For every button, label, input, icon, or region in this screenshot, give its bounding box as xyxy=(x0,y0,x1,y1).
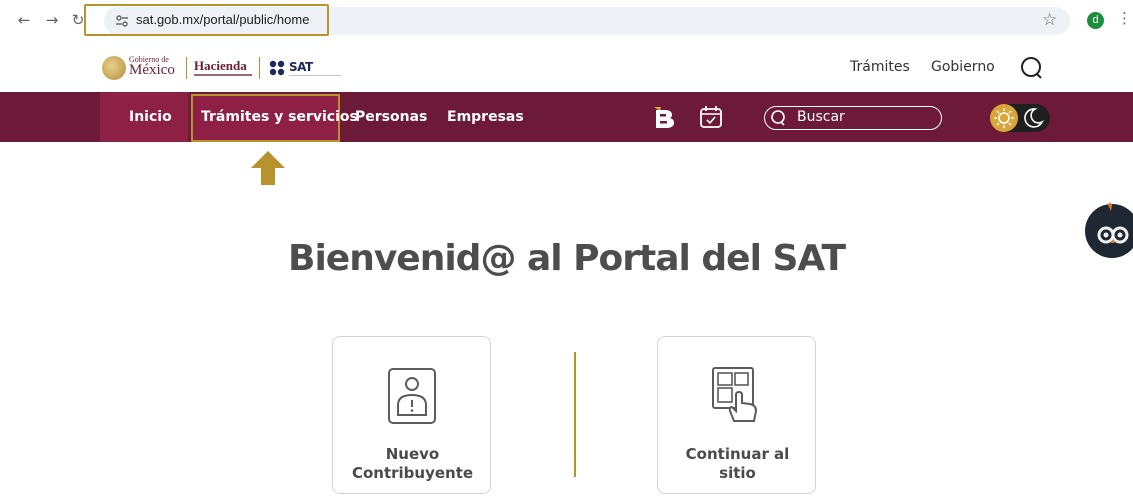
hacienda-logo[interactable]: Hacienda xyxy=(194,58,247,74)
sun-icon[interactable] xyxy=(990,104,1018,132)
new-taxpayer-icon xyxy=(388,368,436,424)
logo-divider xyxy=(186,57,187,79)
forward-icon[interactable]: → xyxy=(42,10,62,30)
card-label-line1: Continuar al xyxy=(685,445,790,463)
calendar-icon[interactable] xyxy=(698,104,724,130)
card-label-line1: Nuevo xyxy=(385,445,440,463)
search-icon[interactable] xyxy=(1020,56,1044,80)
card-nuevo-contribuyente[interactable]: Nuevo Contribuyente xyxy=(332,336,491,494)
hacienda-subtitle-line xyxy=(194,74,252,76)
sat-subtitle-line xyxy=(289,75,341,76)
card-label-line2: sitio xyxy=(719,464,756,482)
sat-logo-icon xyxy=(269,60,285,76)
link-tramites[interactable]: Trámites xyxy=(850,59,910,75)
profile-avatar[interactable]: d xyxy=(1087,12,1104,29)
nav-tramites-y-servicios[interactable]: Trámites y servicios xyxy=(201,109,358,125)
mexico-text: México xyxy=(129,62,175,78)
cards-divider xyxy=(574,352,576,477)
mexico-seal-logo[interactable] xyxy=(102,56,126,80)
logo-divider xyxy=(259,57,260,79)
page-title: Bienvenid@ al Portal del SAT xyxy=(288,238,846,279)
nav-inicio[interactable]: Inicio xyxy=(129,109,172,125)
site-info-icon[interactable] xyxy=(115,14,129,28)
browser-menu-icon[interactable]: ⋮ xyxy=(1117,9,1132,27)
moon-icon[interactable] xyxy=(1022,107,1044,129)
nav-personas[interactable]: Personas xyxy=(355,109,427,125)
card-continuar-al-sitio[interactable]: Continuar al sitio xyxy=(657,336,816,494)
card-label-line2: Contribuyente xyxy=(351,464,474,482)
back-icon[interactable]: ← xyxy=(14,10,34,30)
arrow-up-icon xyxy=(251,151,285,185)
b-brand-icon[interactable] xyxy=(651,104,677,130)
search-input[interactable] xyxy=(764,106,942,130)
link-gobierno[interactable]: Gobierno xyxy=(931,59,995,75)
bookmark-star-icon[interactable]: ☆ xyxy=(1042,10,1057,30)
search-icon xyxy=(771,110,785,126)
nav-empresas[interactable]: Empresas xyxy=(447,109,524,125)
continue-touch-icon xyxy=(712,367,758,422)
url-text[interactable]: sat.gob.mx/portal/public/home xyxy=(136,12,309,27)
sat-logo-text[interactable]: SAT xyxy=(289,60,313,74)
search-placeholder: Buscar xyxy=(797,109,845,125)
